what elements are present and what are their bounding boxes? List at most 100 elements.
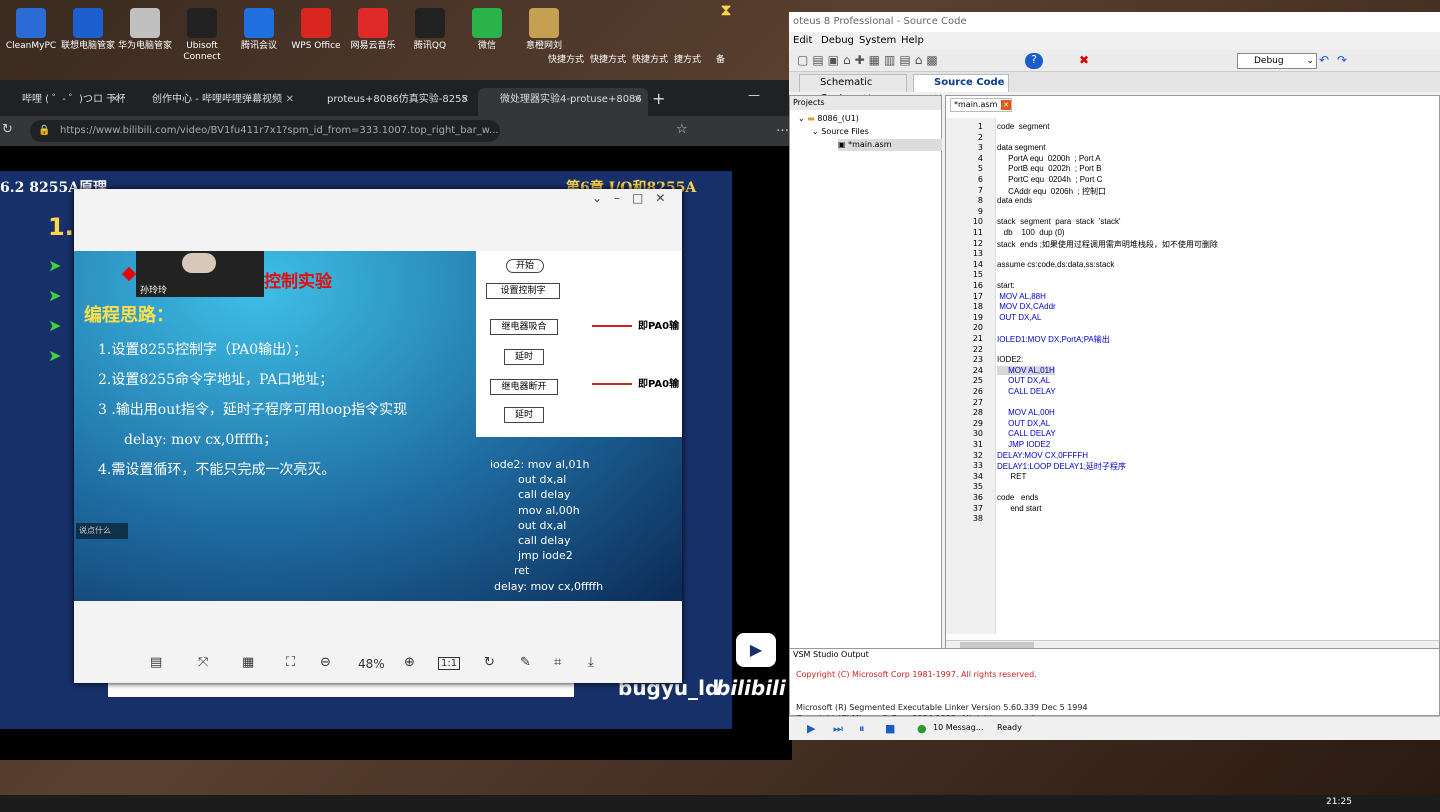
redo-icon[interactable]: ↷ <box>1337 53 1347 67</box>
browser-tab-4[interactable]: 微处理器实验4-protuse+8086 ✕ <box>478 88 648 116</box>
window-title: oteus 8 Professional - Source Code <box>789 12 1440 32</box>
play-icon[interactable]: ▶ <box>736 633 776 667</box>
output-panel: VSM Studio Output Copyright (C) Microsof… <box>789 648 1440 723</box>
url-text: https://www.bilibili.com/video/BV1fu411r… <box>60 125 499 136</box>
compare-icon[interactable]: ▦ <box>242 655 254 670</box>
asm-line: ret <box>514 564 530 578</box>
messages-count[interactable]: 10 Messag... <box>933 723 984 732</box>
shortcut-label: 快捷方式 <box>548 55 585 65</box>
code-line: start: <box>997 281 1015 290</box>
url-input[interactable]: 🔒 https://www.bilibili.com/video/BV1fu411… <box>30 120 500 142</box>
code-line: OUT DX,AL <box>997 376 1051 386</box>
more-icon[interactable]: … <box>776 120 789 135</box>
rotate-icon[interactable]: ↻ <box>484 655 495 670</box>
desktop-icon-label: CleanMyPC <box>5 41 57 51</box>
tab-label: 创作中心 - 哔哩哔哩弹幕视频 <box>152 94 282 105</box>
bullet-arrows: ➤ ➤ ➤ ➤ <box>48 256 62 365</box>
step-2: 2.设置8255命令字地址，PA口地址； <box>98 372 334 388</box>
asm-line: out dx,al <box>518 518 567 532</box>
shortcut-label: 备 <box>716 55 726 65</box>
info-icon: ● <box>917 722 927 735</box>
code-line: stack segment para stack 'stack' <box>997 217 1121 227</box>
code-line: db 100 dup (0) <box>997 228 1065 237</box>
step-4: 4.需设置循环，不能只完成一次亮灭。 <box>98 462 336 478</box>
favorite-icon[interactable]: ☆ <box>676 122 688 137</box>
code-editor[interactable]: *main.asm ✕ 1 2 3 4 5 6 7 8 9 10 11 12 13 14 15 16 17 18 19… <box>945 95 1440 655</box>
new-tab-button[interactable]: + <box>652 89 665 108</box>
browser-tab-2[interactable]: 创作中心 - 哔哩哔哩弹幕视频 ✕ <box>130 88 300 116</box>
step-1: 1.设置8255控制字（PA0输出）； <box>98 342 308 358</box>
desktop-icon[interactable]: Ubisoft Connect <box>171 4 233 63</box>
code-line: CAddr equ 0206h ; 控制口 <box>997 186 1106 196</box>
close-icon[interactable]: ✕ <box>1001 100 1011 110</box>
window-controls[interactable]: ⌄–□✕ <box>592 191 677 205</box>
projects-title: Projects <box>790 96 941 110</box>
desktop-icon[interactable]: 意橙网刘 <box>513 4 575 52</box>
minimize-icon[interactable]: — <box>748 88 760 102</box>
layout-icon[interactable]: ▤ <box>150 655 162 670</box>
tree-item-source-files[interactable]: ⌄ Source Files <box>812 127 869 136</box>
tab-schematic-capture[interactable]: Schematic Capture ✕ <box>799 74 907 104</box>
menu-debug[interactable]: Debug <box>821 35 854 46</box>
proteus-tab-bar: Schematic Capture ✕ Source Code ✕ <box>789 72 1440 104</box>
delete-icon[interactable]: ✖ <box>1079 53 1089 67</box>
webcam-name: 孙玲玲 <box>140 286 168 296</box>
desktop-icon[interactable]: 腾讯QQ <box>399 4 461 52</box>
tab-label: *main.asm <box>954 100 998 109</box>
reload-icon[interactable]: ↻ <box>2 122 13 137</box>
flow-step: 继电器断开 <box>490 379 558 395</box>
desktop-icon-label: 华为电脑管家 <box>117 41 172 51</box>
code-line: PortC equ 0204h ; Port C <box>997 175 1103 184</box>
debug-select-value: Debug <box>1254 56 1284 66</box>
tab-source-code[interactable]: Source Code ✕ <box>913 74 1009 104</box>
desktop-icon[interactable]: 联想电脑管家 <box>57 4 119 52</box>
desktop-icon[interactable]: 腾讯会议 <box>228 4 290 52</box>
app-icon <box>301 8 331 38</box>
zoom-out-icon[interactable]: ⊖ <box>320 655 331 670</box>
close-icon[interactable]: ✕ <box>461 88 469 112</box>
actual-size-button[interactable]: 1:1 <box>438 657 461 670</box>
steps-list: 1.设置8255控制字（PA0输出）； 2.设置8255命令字地址，PA口地址；… <box>98 335 407 485</box>
desktop-icon-row: CleanMyPC 联想电脑管家 华为电脑管家 Ubisoft Connect 腾讯会议… <box>0 0 790 80</box>
close-icon[interactable]: ✕ <box>634 88 642 112</box>
desktop-icon[interactable]: 微信 <box>456 4 518 52</box>
asm-line: call delay <box>518 534 571 548</box>
danmaku-input[interactable]: 说点什么 <box>76 523 128 539</box>
edit-icon[interactable]: ✎ <box>520 655 531 670</box>
browser-tab-bar: 哔哩 ( ゜- ゜)つロ 干杯~-bi✕ 创作中心 - 哔哩哔哩弹幕视频✕ pr… <box>0 80 792 116</box>
desktop-icon[interactable]: CleanMyPC <box>0 4 62 52</box>
toolbar: ▢▤▣⌂✚▦▥▤⌂▩ ? ✖ Debug ⌄ ↶ ↷ <box>789 50 1440 72</box>
browser-tab-1[interactable]: 哔哩 ( ゜- ゜)つロ 干杯~-bi✕ <box>0 88 125 116</box>
pause-icon[interactable]: ⏸ <box>859 722 865 736</box>
code-line: OUT DX,AL <box>997 312 1042 322</box>
avatar <box>182 253 216 273</box>
code-area[interactable]: code segment data segment PortA equ 0200h… <box>946 118 1439 638</box>
tab-label: 哔哩 ( ゜- ゜)つロ 干杯~-bi <box>22 94 125 105</box>
flow-note: 即PA0输 <box>638 379 680 390</box>
browser-tab-3[interactable]: proteus+8086仿真实验-8255 ✕ <box>305 88 475 116</box>
fullscreen-icon[interactable]: ⛶ <box>286 655 295 670</box>
undo-icon[interactable]: ↶ <box>1319 53 1329 67</box>
tree-item-main-asm[interactable]: ▣ *main.asm <box>838 139 942 151</box>
crop-icon[interactable]: ⌗ <box>554 655 561 670</box>
close-icon[interactable]: ✕ <box>111 88 119 112</box>
tree-item-project[interactable]: ⌄ ▬ 8086_(U1) <box>798 114 859 123</box>
menu-system[interactable]: System <box>859 35 896 46</box>
stop-icon[interactable]: ■ <box>885 722 895 735</box>
help-icon[interactable]: ? <box>1025 53 1043 69</box>
play-icon[interactable]: ▶ <box>807 722 815 735</box>
menu-edit[interactable]: Edit <box>793 35 812 46</box>
toolbar-icons[interactable]: ▢▤▣⌂✚▦▥▤⌂▩ <box>797 53 942 67</box>
fit-icon[interactable]: ⤧ <box>198 655 208 670</box>
zoom-in-icon[interactable]: ⊕ <box>404 655 415 670</box>
desktop-icon-label: 联想电脑管家 <box>60 41 115 51</box>
download-icon[interactable]: ⤓ <box>588 655 594 670</box>
desktop-icon[interactable]: 网易云音乐 <box>342 4 404 52</box>
editor-tab[interactable]: *main.asm ✕ <box>950 98 1012 112</box>
desktop-icon[interactable]: 华为电脑管家 <box>114 4 176 52</box>
menu-help[interactable]: Help <box>901 35 924 46</box>
debug-select[interactable]: Debug ⌄ <box>1237 53 1317 69</box>
close-icon[interactable]: ✕ <box>286 88 294 112</box>
desktop-icon[interactable]: WPS Office <box>285 4 347 52</box>
step-icon[interactable]: ⏭ <box>833 722 843 736</box>
